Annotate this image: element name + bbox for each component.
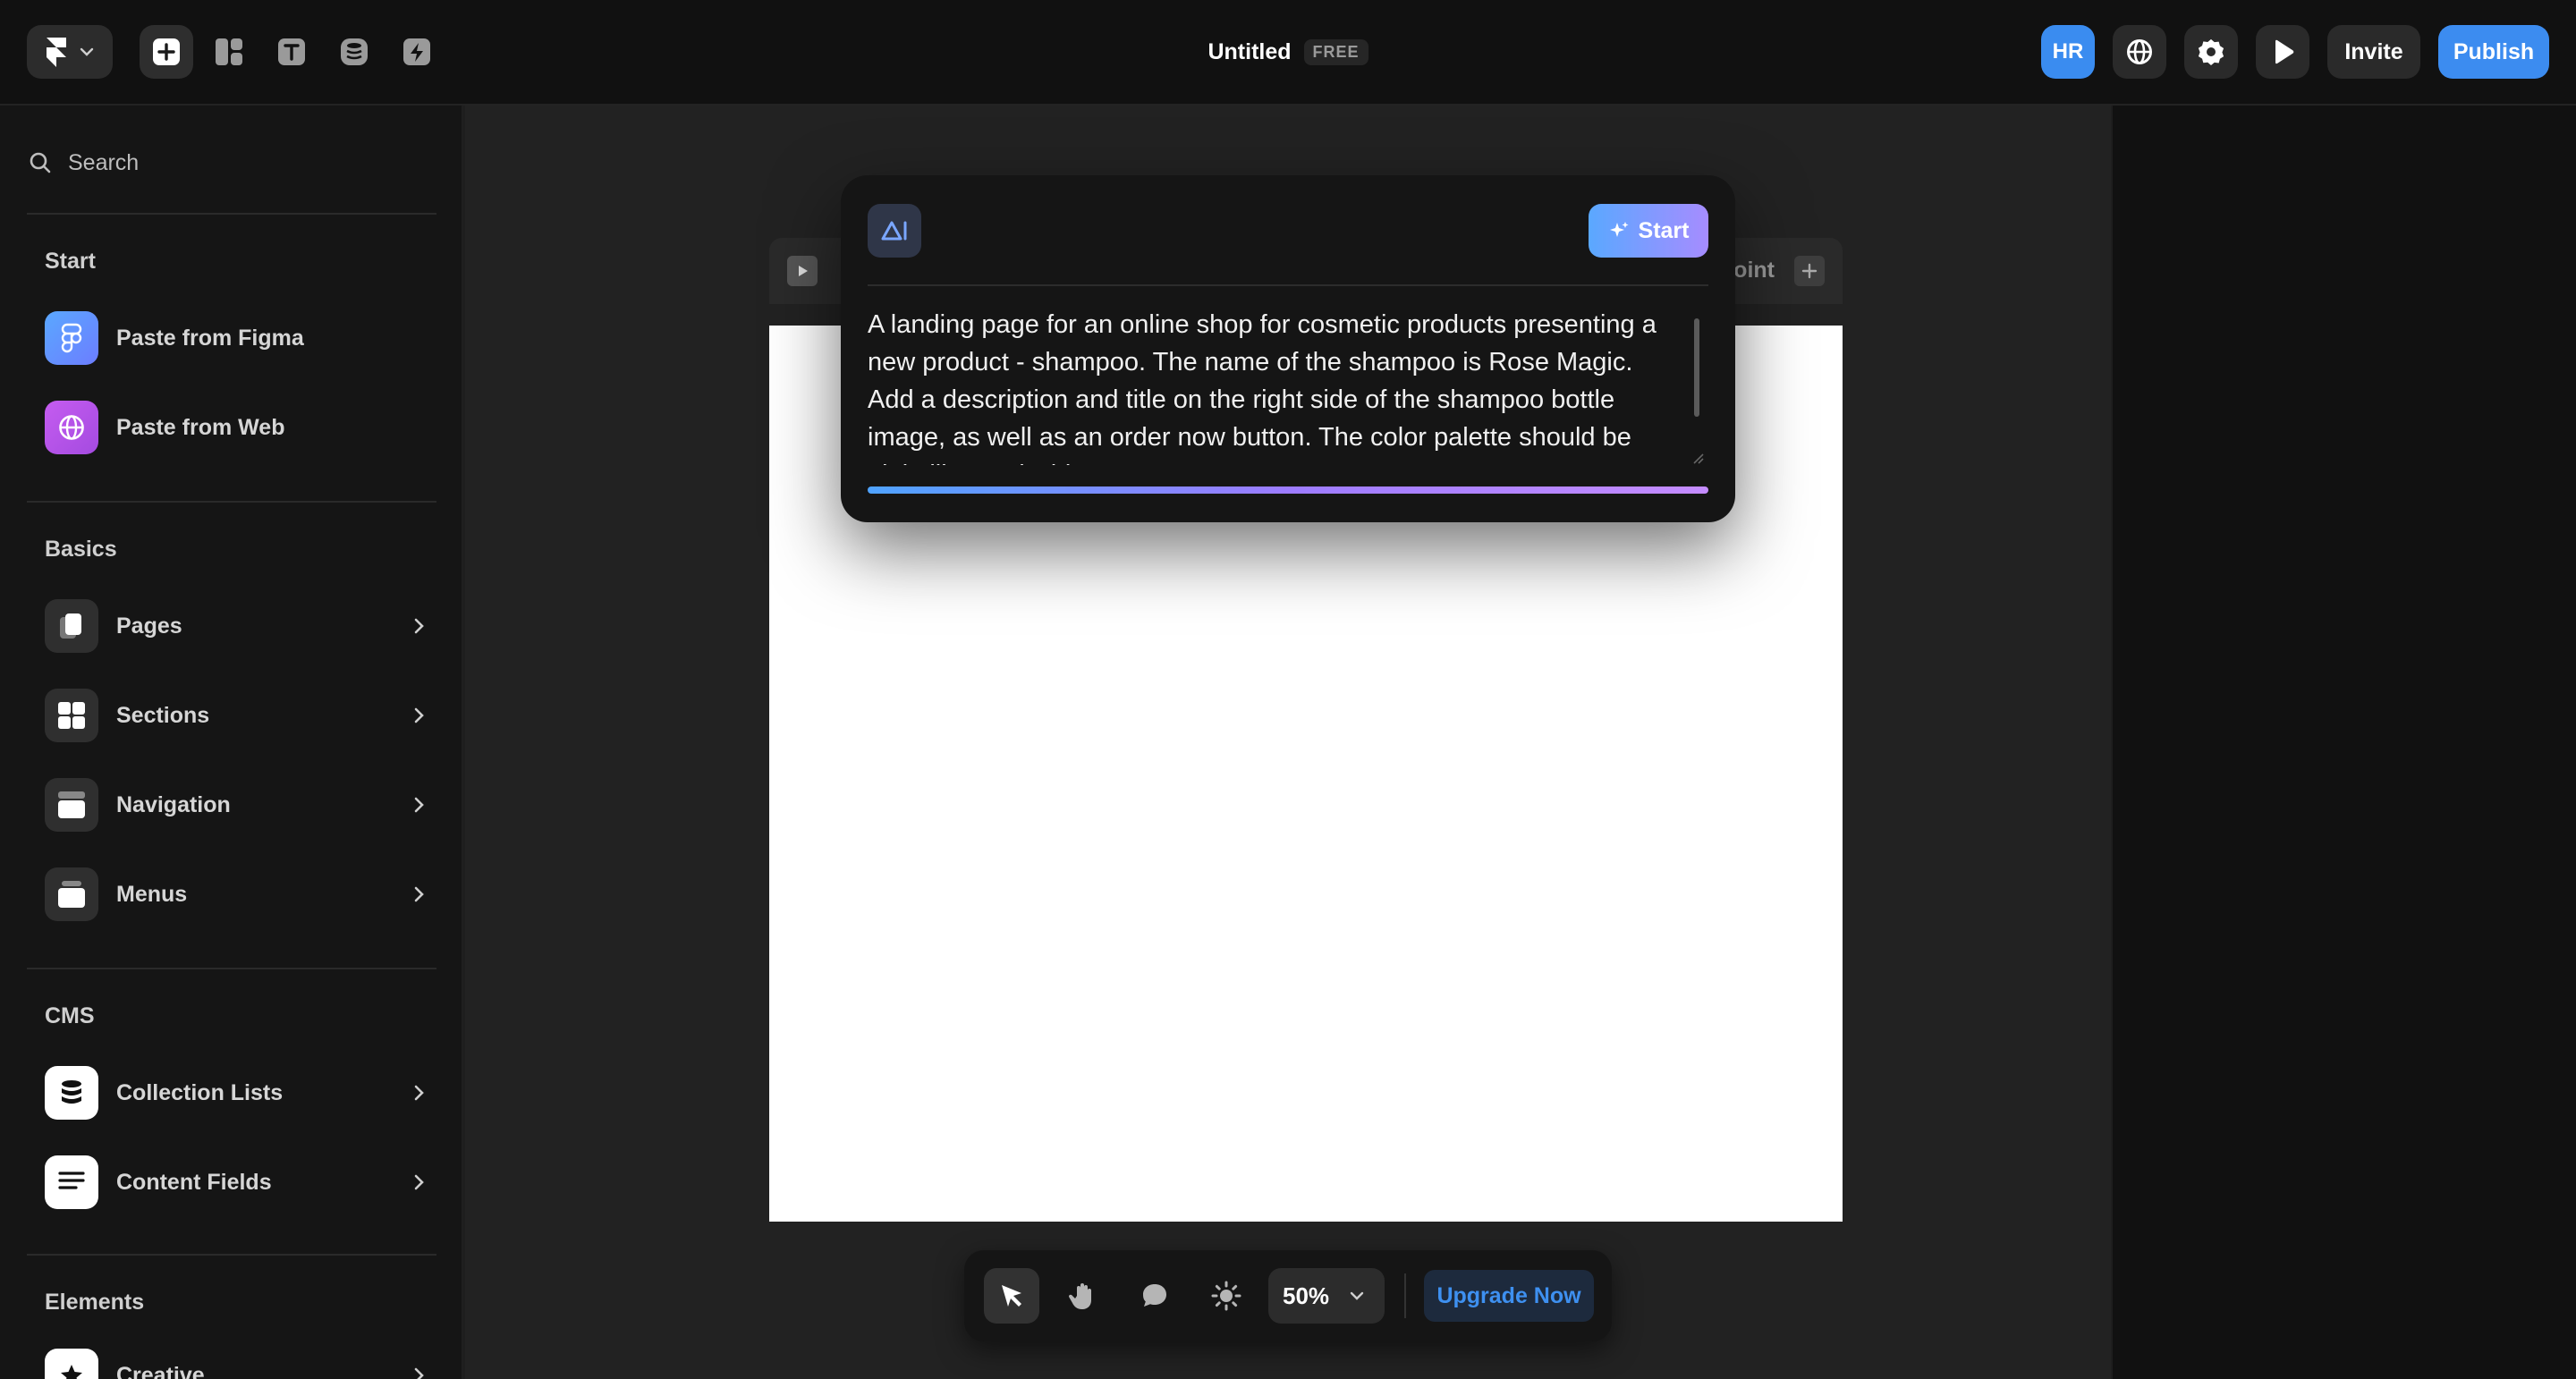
globe-icon (2125, 38, 2154, 66)
sidebar-item-paste-figma[interactable]: Paste from Figma (45, 311, 429, 365)
page-icon (45, 599, 98, 653)
sidebar-item-content-fields[interactable]: Content Fields (45, 1155, 429, 1209)
sidebar-item-label: Menus (116, 881, 188, 907)
cursor-icon (997, 1282, 1026, 1310)
play-icon (2269, 38, 2296, 65)
sections-icon (45, 689, 98, 742)
sidebar-item-label: Pages (116, 613, 182, 639)
theme-toggle[interactable] (1199, 1268, 1254, 1324)
section-title-cms: CMS (45, 1003, 95, 1028)
search-placeholder: Search (68, 149, 140, 175)
chevron-right-icon (408, 1082, 429, 1104)
divider (27, 1254, 436, 1256)
sidebar-item-navigation[interactable]: Navigation (45, 778, 429, 832)
divider (1404, 1273, 1406, 1318)
sidebar-item-label: Content Fields (116, 1169, 272, 1195)
sidebar-item-creative[interactable]: Creative (45, 1349, 429, 1379)
hand-icon (1068, 1281, 1098, 1311)
database-icon (45, 1066, 98, 1120)
start-label: Start (1638, 217, 1690, 243)
divider (27, 213, 436, 215)
chevron-right-icon (408, 615, 429, 637)
scrollbar[interactable] (1694, 318, 1699, 417)
star-icon (45, 1349, 98, 1379)
settings-button[interactable] (2184, 25, 2238, 79)
sidebar-item-label: Navigation (116, 791, 231, 817)
project-title[interactable]: Untitled (1208, 39, 1291, 65)
preview-button[interactable] (2256, 25, 2309, 79)
ai-prompt-dialog: Start A landing page for an online shop … (841, 175, 1735, 522)
divider (27, 968, 436, 969)
publish-button[interactable]: Publish (2438, 25, 2549, 79)
divider (27, 501, 436, 503)
invite-button[interactable]: Invite (2327, 25, 2420, 79)
plan-badge: FREE (1303, 38, 1368, 65)
search-icon (29, 151, 52, 174)
gear-icon (2197, 38, 2225, 66)
sidebar-item-paste-web[interactable]: Paste from Web (45, 401, 429, 454)
section-title-elements: Elements (45, 1290, 145, 1315)
chevron-right-icon (408, 884, 429, 905)
breakpoint-label: oint (1733, 258, 1775, 283)
insert-sidebar: Search Start Paste from Figma Paste from… (0, 106, 463, 1379)
comment-icon (1140, 1281, 1170, 1311)
divider (868, 284, 1708, 286)
top-bar: Untitled FREE HR Invite Publish (0, 0, 2576, 106)
resize-handle-icon[interactable] (1690, 451, 1705, 465)
canvas-toolbar: 50% Upgrade Now (964, 1250, 1612, 1341)
sidebar-item-label: Paste from Figma (116, 325, 304, 351)
chevron-right-icon (408, 705, 429, 726)
sidebar-item-label: Collection Lists (116, 1079, 284, 1105)
zoom-level: 50% (1283, 1282, 1330, 1309)
sidebar-item-label: Paste from Web (116, 414, 285, 440)
sidebar-item-sections[interactable]: Sections (45, 689, 429, 742)
section-title-basics: Basics (45, 537, 117, 562)
section-title-start: Start (45, 249, 96, 274)
prompt-textarea[interactable]: A landing page for an online shop for co… (868, 306, 1682, 465)
comment-tool[interactable] (1127, 1268, 1182, 1324)
zoom-select[interactable]: 50% (1268, 1268, 1385, 1324)
site-settings-button[interactable] (2113, 25, 2166, 79)
sparkle-icon (1608, 220, 1630, 241)
sidebar-item-label: Sections (116, 702, 210, 728)
chevron-down-icon (1349, 1288, 1365, 1304)
plus-icon (1801, 263, 1818, 279)
sidebar-item-collection-lists[interactable]: Collection Lists (45, 1066, 429, 1120)
search-field[interactable]: Search (29, 143, 139, 182)
figma-icon (45, 311, 98, 365)
navigation-icon (45, 778, 98, 832)
ai-icon (868, 204, 921, 258)
user-avatar[interactable]: HR (2041, 25, 2095, 79)
sun-icon (1210, 1280, 1242, 1312)
generation-progress-bar (868, 486, 1708, 494)
properties-panel (2113, 106, 2576, 1379)
globe-icon (45, 401, 98, 454)
preview-frame-button[interactable] (787, 256, 818, 286)
chevron-right-icon (408, 1172, 429, 1193)
chevron-right-icon (408, 794, 429, 816)
chevron-right-icon (408, 1365, 429, 1379)
upgrade-now-button[interactable]: Upgrade Now (1424, 1270, 1594, 1322)
menus-icon (45, 867, 98, 921)
select-tool[interactable] (984, 1268, 1039, 1324)
add-breakpoint-button[interactable] (1794, 256, 1825, 286)
hand-tool[interactable] (1055, 1268, 1111, 1324)
sidebar-item-menus[interactable]: Menus (45, 867, 429, 921)
sidebar-item-pages[interactable]: Pages (45, 599, 429, 653)
play-icon (795, 264, 809, 278)
sidebar-item-label: Creative (116, 1362, 205, 1379)
start-generation-button[interactable]: Start (1589, 204, 1708, 258)
lines-icon (45, 1155, 98, 1209)
